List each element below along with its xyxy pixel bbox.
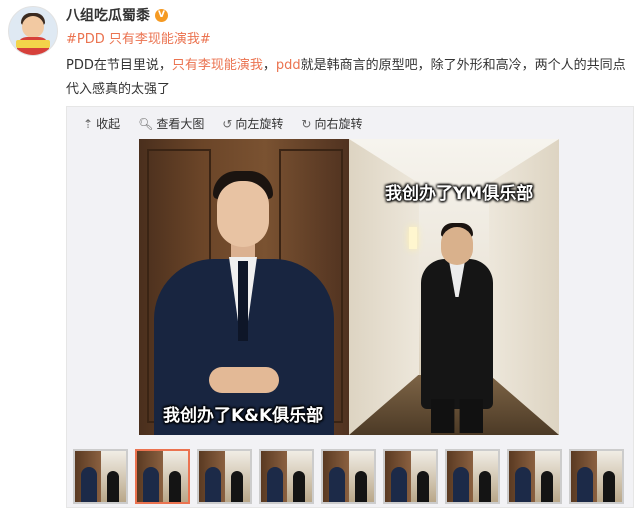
media-toolbar: ⇡ 收起 🔍︎ 查看大图 ↺ 向左旋转 ↻ 向右旋转 (83, 115, 362, 132)
view-large-button[interactable]: 🔍︎ 查看大图 (138, 115, 204, 132)
thumbnail[interactable] (321, 449, 376, 504)
highlight-link-2[interactable]: pdd (276, 58, 301, 73)
collapse-label: 收起 (96, 117, 121, 131)
thumbnail[interactable] (197, 449, 252, 504)
thumbnail[interactable] (259, 449, 314, 504)
rotate-right-label: 向右旋转 (314, 117, 363, 131)
magnifier-icon: 🔍︎ (138, 116, 154, 131)
thumbnail-part (169, 471, 181, 502)
thumbnail-part (81, 467, 97, 502)
thumbnail[interactable] (445, 449, 500, 504)
post-body: PDD在节目里说，只有李现能演我，pdd就是韩商言的原型吧，除了外形和高冷，两个… (66, 54, 631, 102)
post-author[interactable]: 八组吃瓜蜀黍 V (66, 5, 168, 25)
rotate-right-icon: ↻ (301, 116, 312, 131)
rotate-right-button[interactable]: ↻ 向右旋转 (301, 115, 362, 132)
collapse-button[interactable]: ⇡ 收起 (83, 115, 120, 132)
person-head (441, 227, 473, 265)
avatar-nameplate (16, 40, 50, 48)
thumbnail-part (577, 467, 593, 502)
topic-link[interactable]: #PDD 只有李现能演我# (66, 28, 211, 47)
thumbnail-part (541, 471, 553, 502)
rotate-left-label: 向左旋转 (235, 117, 284, 131)
thumbnail-part (205, 467, 221, 502)
thumbnail-part (391, 467, 407, 502)
rotate-left-button[interactable]: ↺ 向左旋转 (222, 115, 283, 132)
collapse-up-icon: ⇡ (83, 116, 94, 131)
wall-lamp (409, 227, 417, 249)
thumbnail[interactable] (73, 449, 128, 504)
highlight-link-1[interactable]: 只有李现能演我 (172, 58, 263, 73)
caption-right: 我创办了YM俱乐部 (385, 184, 534, 204)
person-hands (209, 367, 279, 393)
avatar-face (22, 16, 44, 38)
verified-badge-icon: V (155, 8, 168, 22)
caption-left: 我创办了K&K俱乐部 (163, 406, 324, 426)
thumbnail-part (107, 471, 119, 502)
thumbnail[interactable] (135, 449, 190, 504)
thumbnail-part (515, 467, 531, 502)
thumbnail-part (479, 471, 491, 502)
post-text-segment: ， (262, 58, 276, 73)
media-viewer: ⇡ 收起 🔍︎ 查看大图 ↺ 向左旋转 ↻ 向右旋转 我创办了K&K俱乐部 我创… (66, 106, 634, 508)
person-head (217, 181, 269, 247)
user-avatar[interactable] (8, 6, 58, 56)
main-image[interactable]: 我创办了K&K俱乐部 我创办了YM俱乐部 (139, 139, 559, 435)
thumbnail[interactable] (569, 449, 624, 504)
view-large-label: 查看大图 (156, 117, 205, 131)
rotate-left-icon: ↺ (222, 116, 233, 131)
thumbnail-part (231, 471, 243, 502)
thumbnail[interactable] (507, 449, 562, 504)
thumbnail-part (267, 467, 283, 502)
thumbnail-part (603, 471, 615, 502)
post-text-segment: PDD在节目里说， (66, 58, 172, 73)
thumbnail-strip (73, 449, 624, 504)
thumbnail-part (329, 467, 345, 502)
thumbnail-part (143, 467, 159, 502)
username-label[interactable]: 八组吃瓜蜀黍 (66, 5, 150, 25)
image-panel-left (139, 139, 349, 435)
thumbnail[interactable] (383, 449, 438, 504)
thumbnail-part (417, 471, 429, 502)
thumbnail-part (293, 471, 305, 502)
thumbnail-part (453, 467, 469, 502)
thumbnail-part (355, 471, 367, 502)
person-tie (238, 261, 248, 341)
